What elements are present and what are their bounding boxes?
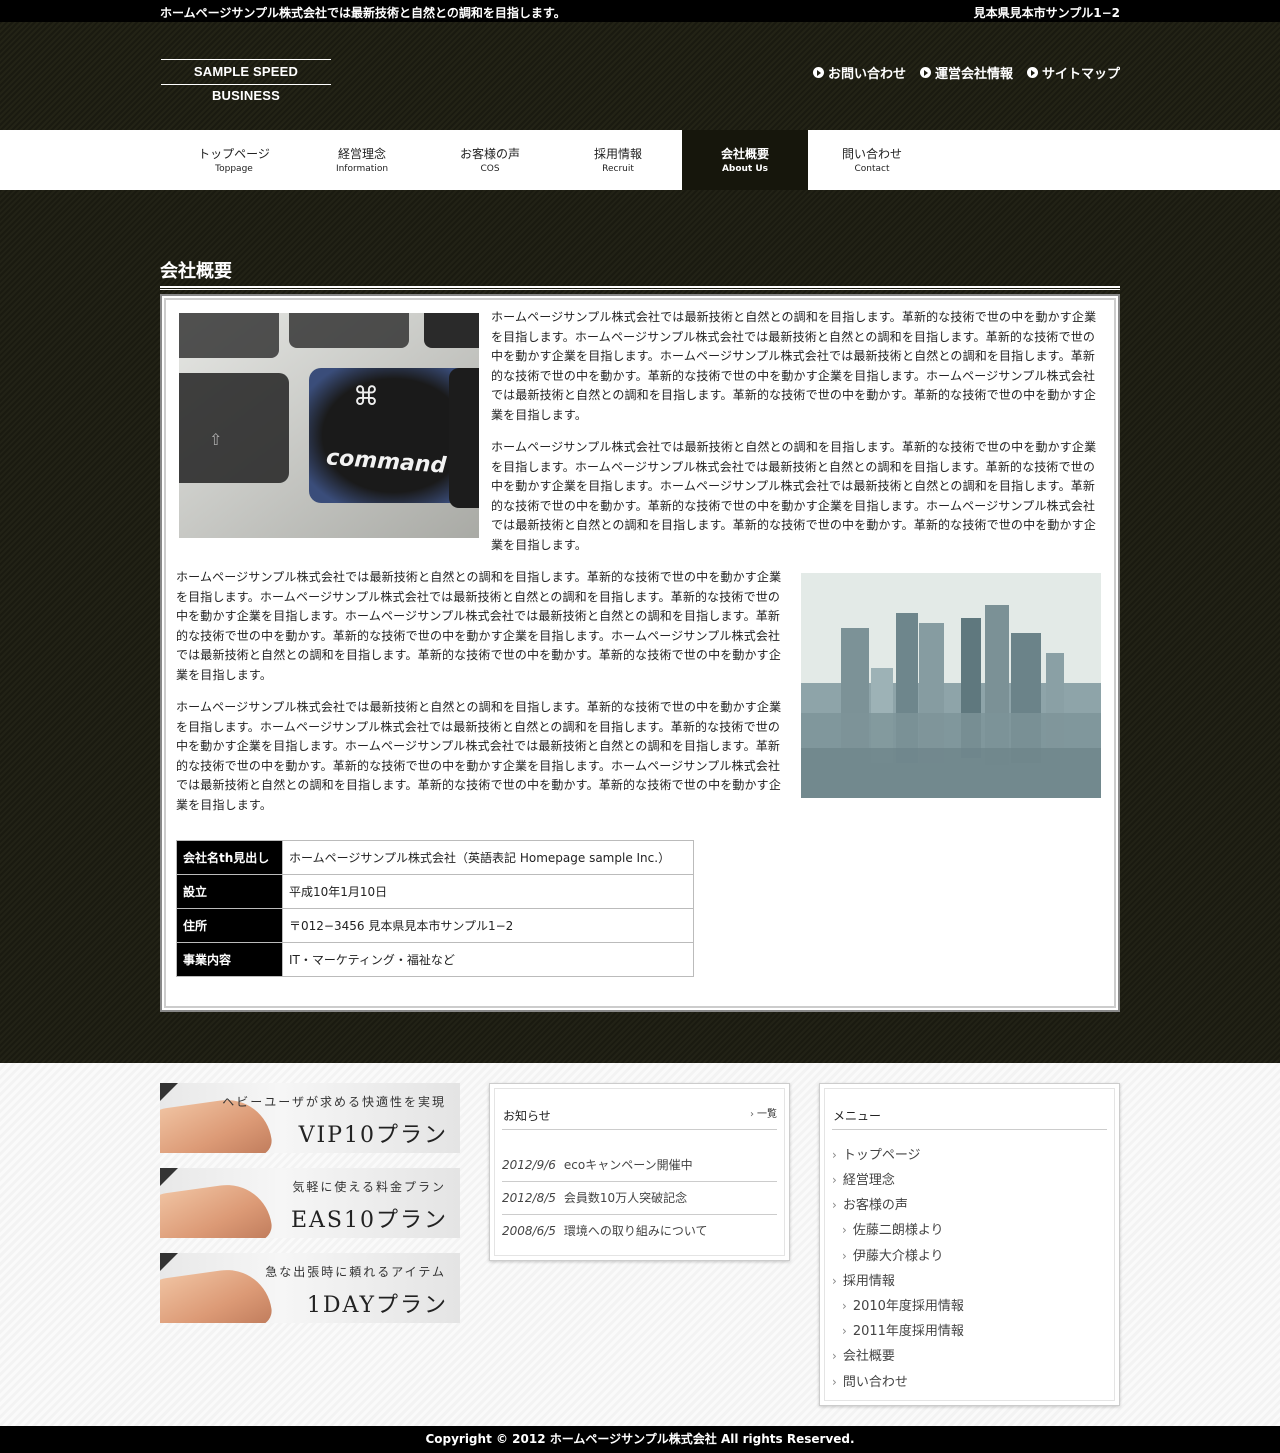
arrow-circle-icon [1026,67,1038,78]
menu-item-recruit-2010[interactable]: 2010年度採用情報 [842,1295,964,1314]
menu-item-recruit-2011[interactable]: 2011年度採用情報 [842,1320,964,1339]
menu-item-voices[interactable]: お客様の声 [832,1194,908,1213]
company-info-table: 会社名th見出し ホームページサンプル株式会社（英語表記 Homepage sa… [176,840,694,977]
menu-divider [832,1129,1107,1130]
contact-link[interactable]: お問い合わせ [812,63,906,82]
table-cell: 〒012−3456 見本県見本市サンプル1−2 [282,908,694,943]
menu-item-about[interactable]: 会社概要 [832,1345,895,1364]
hand-image [160,1179,274,1238]
menu-item-sato[interactable]: 佐藤二朗様より [842,1219,944,1238]
body-paragraph-1: ホームページサンプル株式会社では最新技術と自然との調和を目指します。革新的な技術… [176,570,782,682]
intro-paragraph-1: ホームページサンプル株式会社では最新技術と自然との調和を目指します。革新的な技術… [491,310,1097,422]
footer-widgets: ヘビーユーザが求める快適性を実現 VIP10プラン 気軽に使える料金プラン EA… [0,1063,1280,1426]
table-header: 事業内容 [176,942,283,977]
news-more-link[interactable]: 一覧 [750,1105,777,1120]
table-cell: ホームページサンプル株式会社（英語表記 Homepage sample Inc.… [282,840,694,875]
command-symbol-icon: ⌘ [353,382,379,412]
news-item[interactable]: 2008/6/5 環境への取り組みについて [502,1215,777,1248]
nav-item-recruit[interactable]: 採用情報 Recruit [554,130,682,190]
table-header: 住所 [176,908,283,943]
table-header: 設立 [176,874,283,909]
main-content: 会社概要 ⌘ command ⇧ ホームページサンプル株式会社では最新技術と自然… [0,190,1280,1063]
site-logo[interactable]: SAMPLE SPEED BUSINESS [161,59,331,103]
vip10-plan-banner[interactable]: ヘビーユーザが求める快適性を実現 VIP10プラン [160,1083,460,1153]
site-header: SAMPLE SPEED BUSINESS お問い合わせ 運営会社情報 サイトマ… [0,22,1280,130]
news-item[interactable]: 2012/8/5 会員数10万人突破記念 [502,1182,777,1215]
page-title: 会社概要 [160,261,232,282]
main-nav: トップページ Toppage 経営理念 Information お客様の声 CO… [0,130,1280,190]
tagline: ホームページサンプル株式会社では最新技術と自然との調和を目指します。 [160,6,566,20]
table-row: 住所 〒012−3456 見本県見本市サンプル1−2 [176,908,694,943]
nav-item-contact[interactable]: 問い合わせ Contact [808,130,936,190]
table-row: 事業内容 IT・マーケティング・福祉など [176,942,694,977]
menu-item-toppage[interactable]: トップページ [832,1144,921,1163]
table-cell: 平成10年1月10日 [282,874,694,909]
news-item[interactable]: 2012/9/6 ecoキャンペーン開催中 [502,1149,777,1182]
menu-title: メニュー [833,1109,882,1123]
nav-item-about-us[interactable]: 会社概要 About Us [682,130,808,190]
body-paragraph-2: ホームページサンプル株式会社では最新技術と自然との調和を目指します。革新的な技術… [176,700,782,812]
menu-box: メニュー トップページ 経営理念 お客様の声 佐藤二朗様より 伊藤大介様より 採… [819,1083,1120,1406]
nav-item-information[interactable]: 経営理念 Information [298,130,426,190]
arrow-circle-icon [812,67,824,78]
title-divider [160,286,1120,290]
menu-item-philosophy[interactable]: 経営理念 [832,1169,895,1188]
news-title: お知らせ [503,1109,551,1123]
nav-item-cos[interactable]: お客様の声 COS [426,130,554,190]
arrow-circle-icon [919,67,931,78]
header-links: お問い合わせ 運営会社情報 サイトマップ [812,63,1120,82]
table-cell: IT・マーケティング・福祉など [282,942,694,977]
keyboard-photo: ⌘ command ⇧ [179,313,479,538]
table-header: 会社名th見出し [176,840,283,875]
content-panel: ⌘ command ⇧ ホームページサンプル株式会社では最新技術と自然との調和を… [160,294,1120,1012]
menu-item-contact[interactable]: 問い合わせ [832,1371,908,1390]
table-row: 設立 平成10年1月10日 [176,874,694,909]
menu-item-recruit[interactable]: 採用情報 [832,1270,895,1289]
svg-text:⇧: ⇧ [209,430,222,449]
eas10-plan-banner[interactable]: 気軽に使える料金プラン EAS10プラン [160,1168,460,1238]
company-info-link[interactable]: 運営会社情報 [919,63,1013,82]
1day-plan-banner[interactable]: 急な出張時に頼れるアイテム 1DAYプラン [160,1253,460,1323]
menu-item-ito[interactable]: 伊藤大介様より [842,1245,944,1264]
nav-item-toppage[interactable]: トップページ Toppage [170,130,298,190]
city-skyline-photo [801,573,1101,798]
news-box: お知らせ 一覧 2012/9/6ecoキャンペーン開催中 2012/8/5会員数… [489,1083,790,1261]
intro-paragraph-2: ホームページサンプル株式会社では最新技術と自然との調和を目指します。革新的な技術… [491,440,1097,552]
news-divider [502,1129,777,1130]
copyright: Copyright © 2012 ホームページサンプル株式会社 All righ… [0,1426,1280,1453]
sitemap-link[interactable]: サイトマップ [1026,63,1120,82]
top-bar: ホームページサンプル株式会社では最新技術と自然との調和を目指します。 見本県見本… [0,0,1280,22]
table-row: 会社名th見出し ホームページサンプル株式会社（英語表記 Homepage sa… [176,840,694,875]
header-address: 見本県見本市サンプル1−2 [973,6,1120,20]
hand-image [160,1264,274,1323]
